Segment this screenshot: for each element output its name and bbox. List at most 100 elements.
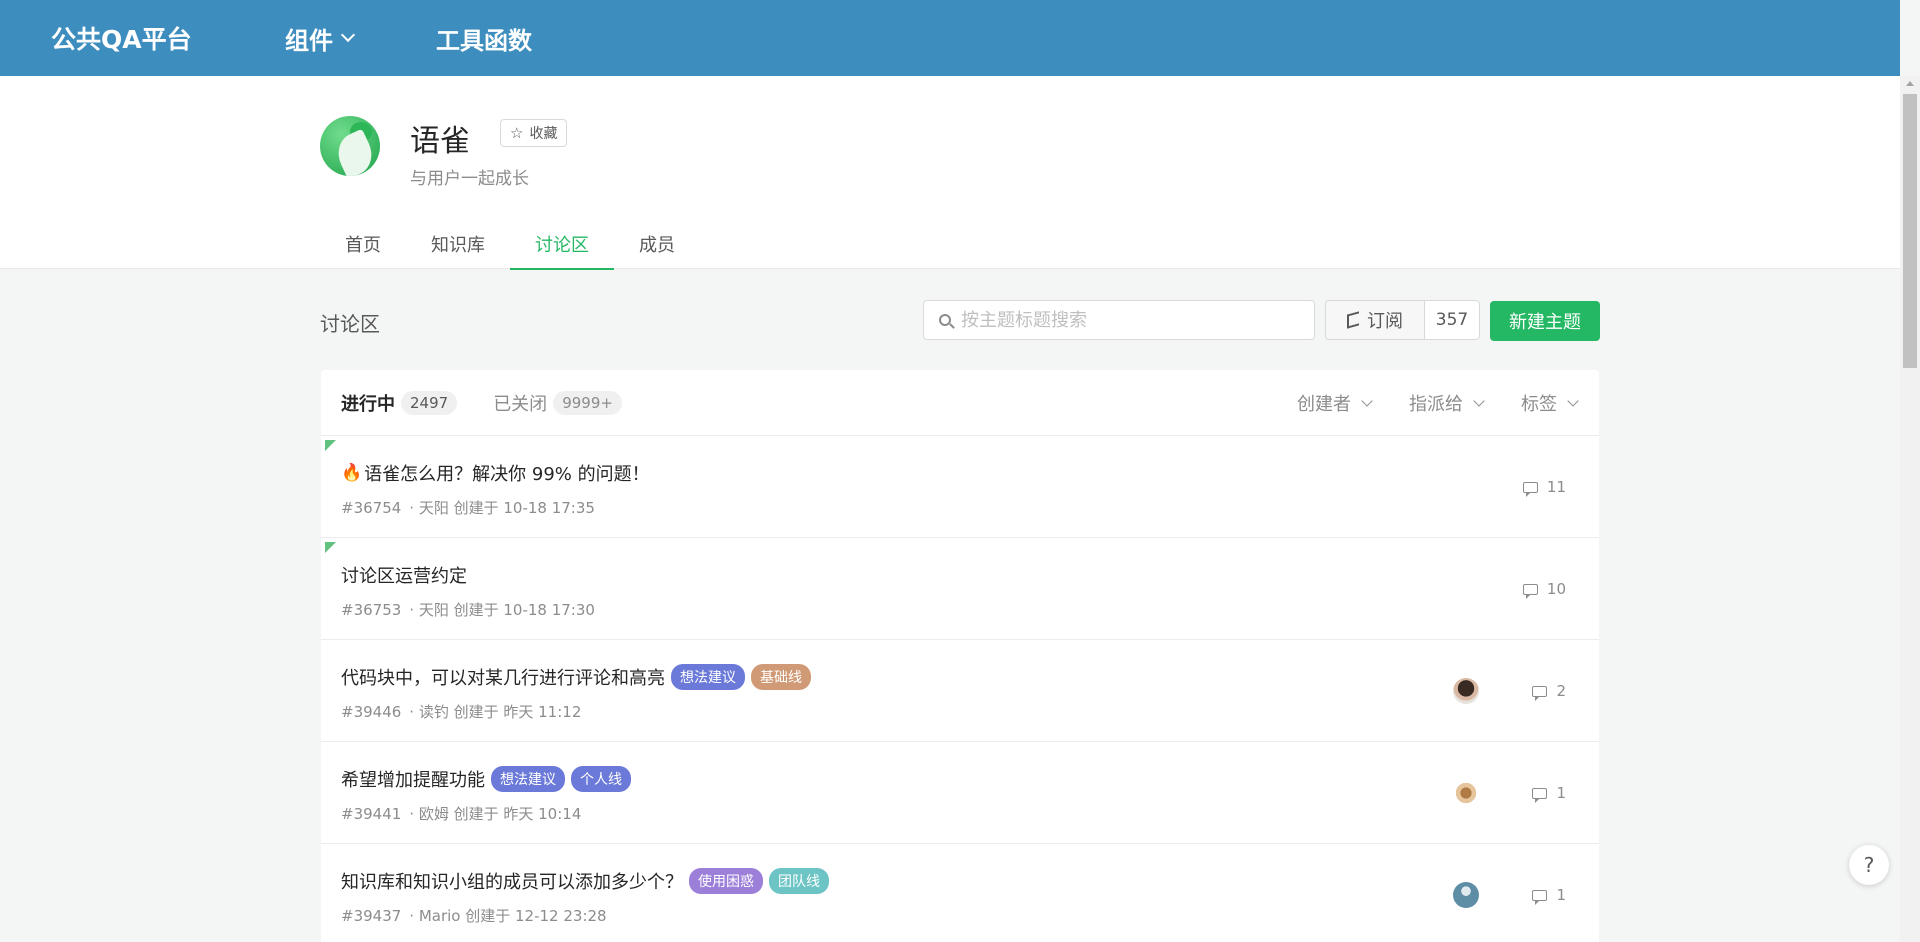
comment-count[interactable]: 1 bbox=[1532, 886, 1566, 905]
topic-title[interactable]: 讨论区运营约定 bbox=[341, 562, 467, 588]
tab-discussion[interactable]: 讨论区 bbox=[510, 202, 614, 270]
topic-title[interactable]: 希望增加提醒功能 想法建议 个人线 bbox=[341, 766, 631, 792]
comment-count-value: 1 bbox=[1556, 886, 1566, 904]
team-header: 语雀 ☆ 收藏 与用户一起成长 首页 知识库 讨论区 成员 bbox=[0, 76, 1900, 270]
comment-icon bbox=[1522, 583, 1538, 599]
topic-number: #36754 bbox=[341, 499, 402, 517]
tab-home[interactable]: 首页 bbox=[320, 202, 406, 269]
topic-meta: #39446 · 读钓 创建于 昨天 11:12 bbox=[341, 701, 581, 722]
tab-knowledge-base[interactable]: 知识库 bbox=[406, 202, 510, 269]
favorite-label: 收藏 bbox=[529, 126, 558, 142]
search-input[interactable] bbox=[961, 309, 1301, 331]
topic-number: #39446 bbox=[341, 703, 402, 721]
comment-count-value: 1 bbox=[1556, 784, 1566, 802]
topic-title-text: 知识库和知识小组的成员可以添加多少个？ bbox=[341, 872, 683, 893]
topic-title[interactable]: 代码块中，可以对某几行进行评论和高亮 想法建议 基础线 bbox=[341, 664, 811, 690]
section-title: 讨论区 bbox=[320, 312, 380, 336]
subscribe-flag-icon bbox=[1347, 311, 1359, 329]
comment-count-value: 10 bbox=[1546, 580, 1566, 598]
subscribe-count[interactable]: 357 bbox=[1424, 300, 1480, 340]
topic-label[interactable]: 团队线 bbox=[769, 868, 829, 894]
top-navbar: 公共QA平台 组件 工具函数 bbox=[0, 0, 1900, 76]
favorite-button[interactable]: ☆ 收藏 bbox=[500, 119, 568, 147]
topic-row[interactable]: 知识库和知识小组的成员可以添加多少个？ 使用困惑 团队线 #39437 · Mario … bbox=[321, 844, 1599, 942]
topic-title-text: 语雀怎么用？解决你 99% 的问题！ bbox=[364, 464, 650, 485]
state-open-tab[interactable]: 进行中 2497 bbox=[341, 390, 458, 416]
nav-components-label: 组件 bbox=[285, 26, 333, 55]
topic-row[interactable]: 讨论区运营约定 #36753 · 天阳 创建于 10-18 17:30 10 bbox=[321, 538, 1599, 640]
comment-icon bbox=[1532, 889, 1548, 905]
topic-row[interactable]: 代码块中，可以对某几行进行评论和高亮 想法建议 基础线 #39446 · 读钓 创建于 … bbox=[321, 640, 1599, 742]
scrollbar[interactable] bbox=[1900, 76, 1920, 942]
chevron-down-icon bbox=[340, 27, 356, 43]
state-closed-count: 9999+ bbox=[553, 390, 622, 415]
topic-number: #36753 bbox=[341, 601, 402, 619]
team-logo-icon bbox=[320, 116, 380, 176]
chevron-down-icon bbox=[1567, 394, 1579, 407]
subscribe-button[interactable]: 订阅 bbox=[1325, 300, 1425, 340]
team-description: 与用户一起成长 bbox=[410, 169, 529, 189]
nav-components[interactable]: 组件 bbox=[285, 21, 356, 56]
comment-count[interactable]: 10 bbox=[1522, 580, 1566, 599]
star-icon: ☆ bbox=[510, 124, 524, 142]
scroll-up-icon[interactable] bbox=[1906, 81, 1914, 86]
search-box[interactable] bbox=[923, 300, 1315, 340]
topic-label[interactable]: 基础线 bbox=[751, 664, 811, 690]
topic-title-text: 讨论区运营约定 bbox=[341, 566, 467, 587]
state-closed-tab[interactable]: 已关闭 9999+ bbox=[493, 390, 622, 416]
topic-meta: #39437 · Mario 创建于 12-12 23:28 bbox=[341, 905, 607, 926]
topic-title[interactable]: 知识库和知识小组的成员可以添加多少个？ 使用困惑 团队线 bbox=[341, 868, 829, 894]
topic-rows: 🔥 语雀怎么用？解决你 99% 的问题！ #36754 · 天阳 创建于 10-18 … bbox=[321, 436, 1599, 942]
topic-number: #39441 bbox=[341, 805, 402, 823]
topic-meta: #36754 · 天阳 创建于 10-18 17:35 bbox=[341, 497, 595, 518]
nav-utils[interactable]: 工具函数 bbox=[436, 21, 532, 56]
topic-author-time: · 天阳 创建于 10-18 17:35 bbox=[409, 499, 595, 517]
filter-labels[interactable]: 标签 bbox=[1521, 390, 1579, 416]
help-button[interactable]: ? bbox=[1849, 845, 1889, 885]
state-open-count: 2497 bbox=[401, 390, 458, 415]
avatar[interactable] bbox=[1453, 678, 1479, 704]
tab-members[interactable]: 成员 bbox=[614, 202, 700, 269]
topic-label[interactable]: 想法建议 bbox=[491, 766, 565, 792]
filter-creator[interactable]: 创建者 bbox=[1297, 390, 1373, 416]
filter-assignee[interactable]: 指派给 bbox=[1409, 390, 1485, 416]
filter-assignee-label: 指派给 bbox=[1409, 394, 1463, 415]
topic-author-time: · 欧姆 创建于 昨天 10:14 bbox=[409, 805, 582, 823]
topic-label[interactable]: 使用困惑 bbox=[689, 868, 763, 894]
comment-count[interactable]: 11 bbox=[1522, 478, 1566, 497]
topic-row[interactable]: 希望增加提醒功能 想法建议 个人线 #39441 · 欧姆 创建于 昨天 10:14 1 bbox=[321, 742, 1599, 844]
topic-title[interactable]: 🔥 语雀怎么用？解决你 99% 的问题！ bbox=[341, 460, 650, 486]
topic-author-time: · Mario 创建于 12-12 23:28 bbox=[409, 907, 607, 925]
fire-icon: 🔥 bbox=[341, 463, 363, 483]
topic-title-text: 代码块中，可以对某几行进行评论和高亮 bbox=[341, 668, 665, 689]
state-closed-label: 已关闭 bbox=[493, 393, 548, 415]
comment-icon bbox=[1522, 481, 1538, 497]
avatar[interactable] bbox=[1453, 780, 1479, 806]
comment-icon bbox=[1532, 685, 1548, 701]
topic-title-text: 希望增加提醒功能 bbox=[341, 770, 485, 791]
topic-row[interactable]: 🔥 语雀怎么用？解决你 99% 的问题！ #36754 · 天阳 创建于 10-18 … bbox=[321, 436, 1599, 538]
search-icon bbox=[939, 314, 951, 326]
scrollbar-thumb[interactable] bbox=[1903, 94, 1917, 368]
comment-count-value: 11 bbox=[1546, 478, 1566, 496]
pinned-corner-icon bbox=[325, 542, 336, 553]
pinned-corner-icon bbox=[325, 440, 336, 451]
topic-author-time: · 读钓 创建于 昨天 11:12 bbox=[409, 703, 582, 721]
team-tabs: 首页 知识库 讨论区 成员 bbox=[320, 202, 700, 270]
filters: 创建者 指派给 标签 bbox=[1259, 370, 1579, 436]
topic-list-panel: 进行中 2497 已关闭 9999+ 创建者 指派给 标签 🔥 语雀怎么用？解决你… bbox=[321, 370, 1599, 942]
team-name: 语雀 bbox=[410, 124, 470, 159]
comment-count[interactable]: 1 bbox=[1532, 784, 1566, 803]
topic-label[interactable]: 个人线 bbox=[571, 766, 631, 792]
comment-count[interactable]: 2 bbox=[1532, 682, 1566, 701]
comment-count-value: 2 bbox=[1556, 682, 1566, 700]
state-open-label: 进行中 bbox=[341, 393, 395, 415]
comment-icon bbox=[1532, 787, 1548, 803]
filter-creator-label: 创建者 bbox=[1297, 394, 1351, 415]
nav-utils-label: 工具函数 bbox=[436, 26, 532, 55]
new-topic-button[interactable]: 新建主题 bbox=[1490, 301, 1600, 341]
topic-label[interactable]: 想法建议 bbox=[671, 664, 745, 690]
brand-title[interactable]: 公共QA平台 bbox=[51, 20, 241, 56]
avatar[interactable] bbox=[1453, 882, 1479, 908]
list-header: 进行中 2497 已关闭 9999+ 创建者 指派给 标签 bbox=[321, 370, 1599, 436]
